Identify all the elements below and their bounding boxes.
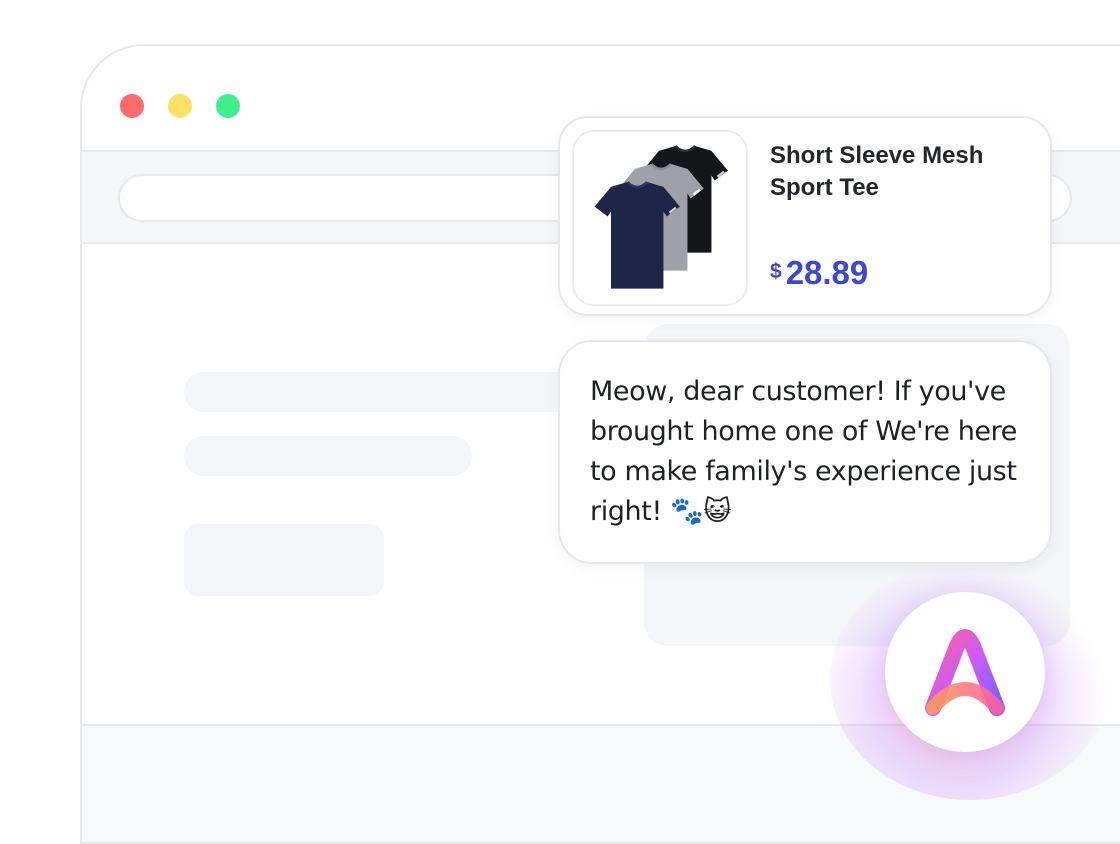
assistant-launcher-button[interactable]	[885, 592, 1045, 752]
product-title: Short Sleeve Mesh Sport Tee	[770, 142, 984, 201]
content-placeholder-line	[184, 372, 604, 412]
product-price: $28.89	[770, 254, 868, 292]
brand-a-logo-icon	[925, 629, 1005, 716]
chat-message-bubble: Meow, dear customer! If you've brought h…	[558, 340, 1052, 564]
window-minimize-button[interactable]	[168, 94, 192, 118]
content-placeholder-button	[184, 524, 384, 596]
window-close-button[interactable]	[120, 94, 144, 118]
price-amount: 28.89	[785, 254, 869, 291]
content-placeholder-line-short	[184, 436, 472, 476]
window-maximize-button[interactable]	[216, 94, 240, 118]
product-image	[572, 130, 748, 306]
product-card[interactable]: Short Sleeve Mesh Sport Tee $28.89	[558, 116, 1052, 316]
tshirt-stack-image	[594, 145, 728, 289]
price-currency: $	[770, 260, 782, 283]
chat-message-text: Meow, dear customer! If you've brought h…	[590, 376, 1017, 527]
